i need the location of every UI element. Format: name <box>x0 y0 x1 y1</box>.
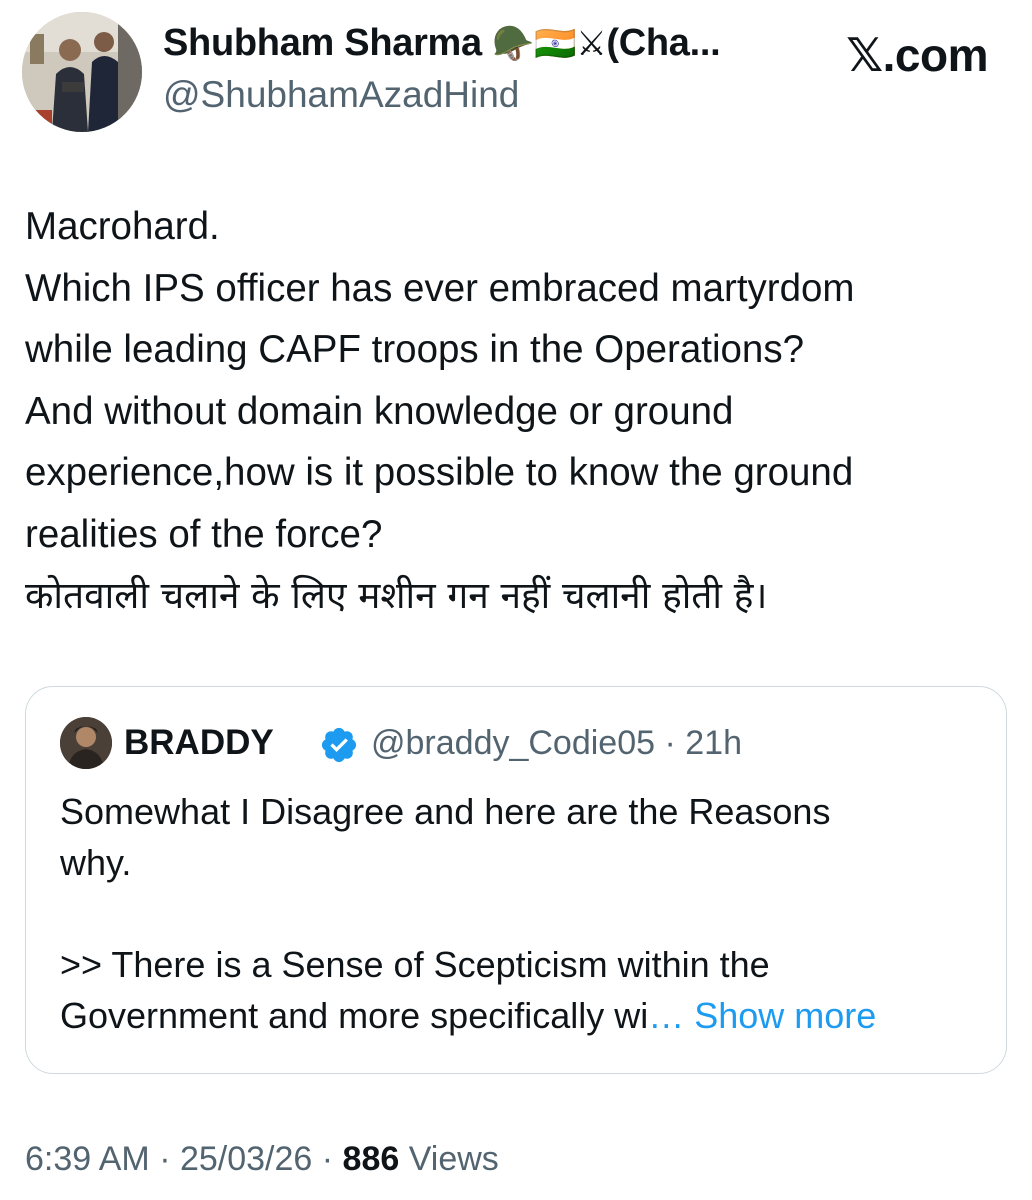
views-count: 886 <box>342 1140 400 1178</box>
tweet-line: while leading CAPF troops in the Operati… <box>25 328 804 371</box>
author-name-suffix: (Cha... <box>606 22 721 64</box>
tweet-line-hindi: कोतवाली चलाने के लिए मशीन गन नहीं चलानी … <box>25 574 768 617</box>
show-more-link[interactable]: … Show more <box>648 995 876 1036</box>
tweet-line: Macrohard. <box>25 205 220 248</box>
tweet-screenshot: Shubham Sharma 🪖🇮🇳⚔(Cha... @ShubhamAzadH… <box>0 0 1032 1200</box>
tweet-line: experience,how is it possible to know th… <box>25 451 854 494</box>
author-display-name[interactable]: Shubham Sharma 🪖🇮🇳⚔(Cha... <box>163 22 783 65</box>
tweet-meta: 6:39 AM · 25/03/26 · 886 Views <box>25 1140 499 1179</box>
quoted-line-last: Government and more specifically wi… Sho… <box>60 990 990 1041</box>
author-handle[interactable]: @ShubhamAzadHind <box>163 74 519 116</box>
quoted-last-line-text: Government and more specifically wi <box>60 995 649 1036</box>
quoted-tweet-card[interactable]: BRADDY @braddy_Codie05 · 21h Somewhat I … <box>25 686 1007 1074</box>
quoted-line: why. <box>60 842 132 883</box>
quoted-author-avatar[interactable] <box>60 717 112 769</box>
quoted-avatar-photo-icon <box>60 717 112 769</box>
quoted-line-blank <box>60 888 990 939</box>
quoted-handle-time[interactable]: @braddy_Codie05 · 21h <box>371 724 742 763</box>
views-label: Views <box>399 1140 499 1178</box>
tweet-line: realities of the force? <box>25 512 383 556</box>
quoted-tweet-text: Somewhat I Disagree and here are the Rea… <box>60 786 990 1041</box>
quoted-line: Somewhat I Disagree and here are the Rea… <box>60 791 831 832</box>
verified-badge-icon <box>321 727 357 763</box>
x-com-watermark: 𝕏.com <box>846 29 988 81</box>
tweet-line: Which IPS officer has ever embraced mart… <box>25 266 855 310</box>
tweet-timestamp[interactable]: 6:39 AM · 25/03/26 · <box>25 1140 343 1178</box>
tweet-text: Macrohard. Which IPS officer has ever em… <box>25 196 1015 627</box>
tweet-line: And without domain knowledge or ground <box>25 389 734 433</box>
quoted-author-name[interactable]: BRADDY <box>124 723 274 763</box>
author-name-emojis: 🪖🇮🇳⚔ <box>492 24 607 64</box>
quoted-line: >> There is a Sense of Scepticism within… <box>60 944 770 985</box>
author-name-text: Shubham Sharma <box>163 22 482 64</box>
author-avatar[interactable] <box>22 12 142 132</box>
avatar-photo-icon <box>22 12 142 132</box>
